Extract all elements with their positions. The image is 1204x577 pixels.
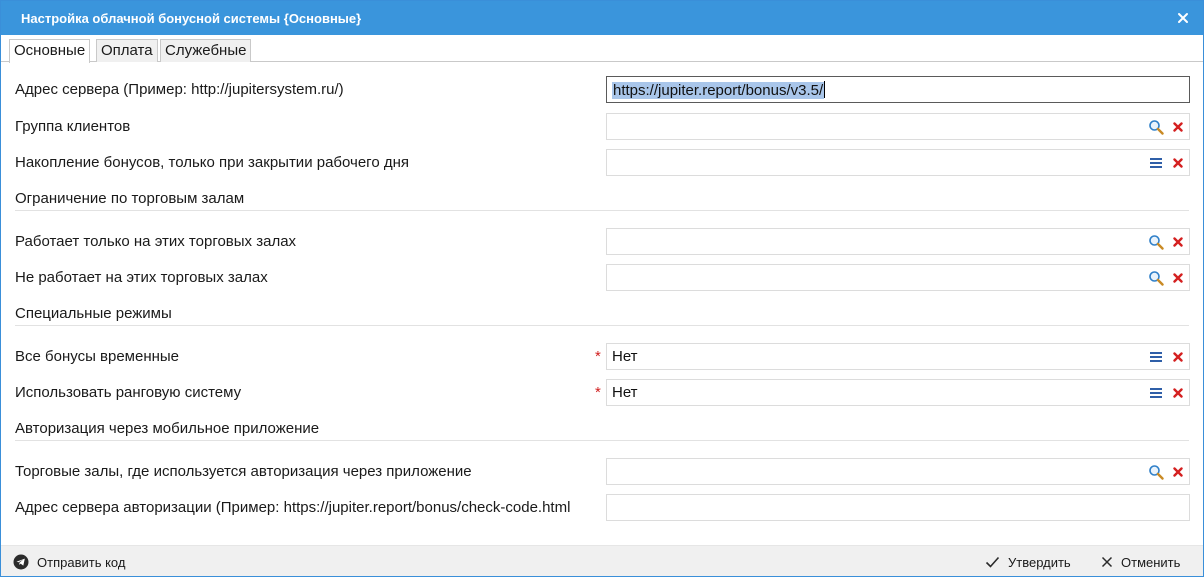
- send-code-button[interactable]: Отправить код: [13, 553, 125, 571]
- required-marker: *: [595, 348, 601, 365]
- list-icon[interactable]: [1147, 384, 1165, 402]
- server-address-label: Адрес сервера (Пример: http://jupitersys…: [15, 81, 344, 98]
- server-address-input[interactable]: https://jupiter.report/bonus/v3.5/: [606, 76, 1190, 103]
- settings-window: Настройка облачной бонусной системы {Осн…: [0, 0, 1204, 577]
- cancel-label: Отменить: [1121, 554, 1181, 570]
- all-bonuses-temporary-field[interactable]: Нет: [606, 343, 1190, 370]
- section-divider: [15, 210, 1189, 211]
- clear-icon[interactable]: [1169, 154, 1187, 172]
- title-bar: Настройка облачной бонусной системы {Осн…: [1, 1, 1203, 35]
- search-icon[interactable]: [1147, 118, 1165, 136]
- clear-icon[interactable]: [1169, 348, 1187, 366]
- auth-server-label: Адрес сервера авторизации (Пример: https…: [15, 499, 571, 516]
- required-marker: *: [595, 384, 601, 401]
- section-special-modes: Специальные режимы: [15, 305, 172, 322]
- footer-bar: Отправить код Утвердить Отменить: [1, 545, 1203, 576]
- text-caret: [824, 81, 826, 98]
- form-content: Адрес сервера (Пример: http://jupitersys…: [1, 63, 1203, 545]
- clear-icon[interactable]: [1169, 384, 1187, 402]
- server-address-value: https://jupiter.report/bonus/v3.5/: [612, 82, 825, 99]
- server-address-value-wrap: https://jupiter.report/bonus/v3.5/: [612, 81, 826, 99]
- send-code-label: Отправить код: [37, 554, 126, 570]
- tab-main[interactable]: Основные: [9, 39, 91, 63]
- telegram-icon: [13, 554, 29, 570]
- bonus-accumulation-field[interactable]: [606, 149, 1190, 176]
- cancel-button[interactable]: Отменить: [1101, 553, 1180, 571]
- bonus-accumulation-label: Накопление бонусов, только при закрытии …: [15, 154, 409, 171]
- client-group-field[interactable]: [606, 113, 1190, 140]
- section-divider: [15, 440, 1189, 441]
- all-bonuses-temporary-label: Все бонусы временные: [15, 348, 180, 365]
- clear-icon[interactable]: [1169, 269, 1187, 287]
- use-rank-system-field[interactable]: Нет: [606, 379, 1190, 406]
- section-halls-restriction: Ограничение по торговым залам: [15, 190, 245, 207]
- use-rank-system-value: Нет: [612, 384, 638, 401]
- client-group-label: Группа клиентов: [15, 118, 131, 135]
- list-icon[interactable]: [1147, 154, 1165, 172]
- not-works-halls-field[interactable]: [606, 264, 1190, 291]
- all-bonuses-temporary-value: Нет: [612, 348, 638, 365]
- tab-bar: Основные Оплата Служебные: [1, 35, 1203, 63]
- auth-halls-label: Торговые залы, где используется авториза…: [15, 463, 472, 480]
- clear-icon[interactable]: [1169, 233, 1187, 251]
- tab-payment[interactable]: Оплата: [96, 39, 158, 62]
- clear-icon[interactable]: [1169, 118, 1187, 136]
- confirm-label: Утвердить: [1008, 554, 1071, 570]
- cancel-x-icon: [1101, 556, 1113, 568]
- search-icon[interactable]: [1147, 269, 1165, 287]
- close-icon[interactable]: [1171, 6, 1195, 30]
- clear-icon[interactable]: [1169, 463, 1187, 481]
- tab-service[interactable]: Служебные: [160, 39, 252, 62]
- search-icon[interactable]: [1147, 233, 1165, 251]
- auth-server-input[interactable]: [606, 494, 1190, 521]
- not-works-halls-label: Не работает на этих торговых залах: [15, 269, 268, 286]
- search-icon[interactable]: [1147, 463, 1165, 481]
- works-only-halls-label: Работает только на этих торговых залах: [15, 233, 297, 250]
- section-mobile-auth: Авторизация через мобильное приложение: [15, 420, 320, 437]
- works-only-halls-field[interactable]: [606, 228, 1190, 255]
- window-title: Настройка облачной бонусной системы {Осн…: [21, 11, 362, 26]
- confirm-button[interactable]: Утвердить: [985, 553, 1071, 571]
- check-icon: [985, 556, 1000, 568]
- section-divider: [15, 325, 1189, 326]
- auth-halls-field[interactable]: [606, 458, 1190, 485]
- list-icon[interactable]: [1147, 348, 1165, 366]
- use-rank-system-label: Использовать ранговую систему: [15, 384, 242, 401]
